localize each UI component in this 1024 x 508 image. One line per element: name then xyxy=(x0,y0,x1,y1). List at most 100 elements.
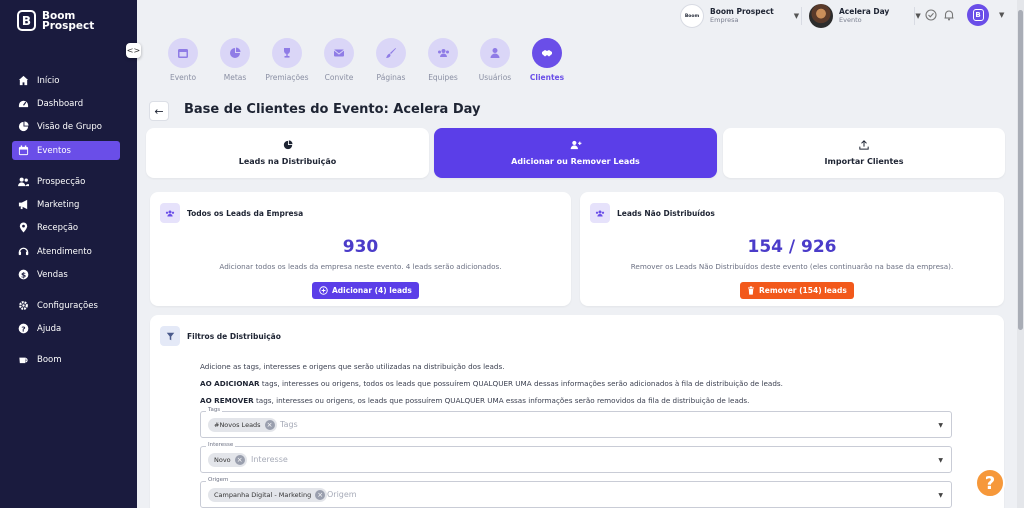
sidebar-item-ajuda[interactable]: ? Ajuda xyxy=(12,319,120,338)
dropdown-arrow-icon[interactable]: ▼ xyxy=(938,457,943,464)
sidebar-collapse-button[interactable]: <> xyxy=(126,43,141,58)
chip-label: #Novos Leads xyxy=(214,421,261,429)
brand-line1: Boom xyxy=(42,9,76,22)
button-label: Adicionar (4) leads xyxy=(332,286,412,295)
sidebar-item-label: Eventos xyxy=(37,145,71,156)
tab-equipes[interactable]: Equipes xyxy=(417,38,469,82)
company-name: Boom Prospect xyxy=(710,7,774,16)
envelope-icon xyxy=(333,49,345,57)
remove-leads-button[interactable]: Remover (154) leads xyxy=(740,282,854,299)
event-subtitle: Evento xyxy=(839,16,862,24)
origin-chip: Campanha Digital - Marketing × xyxy=(208,488,328,502)
tab-label: Metas xyxy=(223,73,247,82)
field-label: Tags xyxy=(206,407,223,413)
headset-icon xyxy=(18,247,29,256)
sidebar-item-boom[interactable]: Boom xyxy=(12,350,120,369)
brand-logo[interactable]: B Boom Prospect xyxy=(17,10,94,31)
scrollbar-thumb[interactable] xyxy=(1018,10,1023,330)
event-switcher[interactable]: Acelera Day Evento ▼ xyxy=(809,4,921,28)
sidebar-item-eventos[interactable]: Eventos xyxy=(12,141,120,160)
origin-select[interactable]: Origem Campanha Digital - Marketing × Or… xyxy=(200,477,952,508)
sidebar-item-configuracoes[interactable]: Configurações xyxy=(12,296,120,315)
tab-paginas[interactable]: Páginas xyxy=(365,38,417,82)
sidebar-item-marketing[interactable]: Marketing xyxy=(12,195,120,214)
filters-add-note: AO ADICIONAR tags, interesses ou origens… xyxy=(200,379,783,388)
remove-chip-icon[interactable]: × xyxy=(234,455,245,465)
tab-label: Páginas xyxy=(376,73,406,82)
event-name: Acelera Day xyxy=(839,7,890,16)
dropdown-arrow-icon[interactable]: ▼ xyxy=(938,422,943,429)
sidebar-item-recepcao[interactable]: Recepção xyxy=(12,218,120,237)
filters-remove-note: AO REMOVER tags, interesses ou origens, … xyxy=(200,396,749,405)
company-logo: Boom xyxy=(680,4,704,28)
dashboard-icon xyxy=(18,100,29,108)
panel-title: Todos os Leads da Empresa xyxy=(187,209,304,218)
filters-intro: Adicione as tags, interesses e origens q… xyxy=(200,362,505,371)
leads-distribution-card[interactable]: Leads na Distribuição xyxy=(146,128,429,178)
coffee-icon xyxy=(19,357,28,364)
filter-icon xyxy=(166,332,174,340)
sidebar-item-prospeccao[interactable]: Prospecção xyxy=(12,172,120,191)
tab-premiacoes[interactable]: Premiações xyxy=(261,38,313,82)
page-title: Base de Clientes do Evento: Acelera Day xyxy=(184,102,481,117)
check-circle-icon[interactable] xyxy=(925,9,937,21)
tab-label: Evento xyxy=(169,73,197,82)
tab-label: Convite xyxy=(324,73,354,82)
sidebar-item-visao-de-grupo[interactable]: Visão de Grupo xyxy=(12,117,120,136)
bell-icon[interactable] xyxy=(943,9,955,21)
company-switcher[interactable]: Boom Boom Prospect Empresa ▼ xyxy=(680,4,799,28)
tab-convite[interactable]: Convite xyxy=(313,38,365,82)
sidebar-item-label: Ajuda xyxy=(37,323,62,334)
trophy-icon xyxy=(284,48,290,58)
tab-clientes[interactable]: Clientes xyxy=(521,38,573,82)
tab-label: Equipes xyxy=(428,73,458,82)
import-clients-card[interactable]: Importar Clientes xyxy=(723,128,1005,178)
sidebar-item-label: Atendimento xyxy=(37,246,92,257)
chip-label: Novo xyxy=(214,456,231,464)
top-bar: Boom Boom Prospect Empresa ▼ Acelera Day… xyxy=(137,0,1024,30)
tab-usuarios[interactable]: Usuários xyxy=(469,38,521,82)
add-leads-button[interactable]: Adicionar (4) leads xyxy=(312,282,419,299)
help-icon: ? xyxy=(18,323,29,334)
tab-evento[interactable]: Evento xyxy=(157,38,209,82)
help-chat-button[interactable]: ? xyxy=(975,468,1005,498)
logo-mark-icon: B xyxy=(17,10,36,31)
sidebar-item-label: Visão de Grupo xyxy=(37,121,102,132)
tab-metas[interactable]: Metas xyxy=(209,38,261,82)
add-remove-leads-card[interactable]: Adicionar ou Remover Leads xyxy=(434,128,717,178)
chevron-down-icon[interactable]: ▼ xyxy=(999,11,1004,19)
tag-chip: #Novos Leads × xyxy=(208,418,277,432)
team-icon xyxy=(165,210,175,216)
chip-label: Campanha Digital - Marketing xyxy=(214,491,312,499)
user-plus-icon xyxy=(570,140,581,150)
pie-chart-icon xyxy=(230,47,241,58)
sidebar-item-label: Vendas xyxy=(37,269,68,280)
back-button[interactable]: ← xyxy=(149,101,169,121)
remove-emphasis: AO REMOVER xyxy=(200,396,254,405)
company-subtitle: Empresa xyxy=(710,16,739,24)
divider xyxy=(801,7,802,25)
handshake-icon xyxy=(542,50,552,57)
sidebar-item-vendas[interactable]: $ Vendas xyxy=(12,265,120,284)
card-label: Adicionar ou Remover Leads xyxy=(511,157,640,166)
remove-note-text: tags, interesses ou origens, os leads qu… xyxy=(253,396,750,405)
user-avatar[interactable]: B xyxy=(967,4,989,26)
button-label: Remover (154) leads xyxy=(759,286,847,295)
remove-chip-icon[interactable]: × xyxy=(315,490,326,500)
sidebar-item-atendimento[interactable]: Atendimento xyxy=(12,242,120,261)
tab-label: Premiações xyxy=(265,73,309,82)
panel-description: Adicionar todos os leads da empresa nest… xyxy=(219,262,502,271)
chevron-down-icon: ▼ xyxy=(915,12,921,20)
dropdown-arrow-icon[interactable]: ▼ xyxy=(938,492,943,499)
tags-select[interactable]: Tags #Novos Leads × Tags ▼ xyxy=(200,407,952,438)
sidebar-item-dashboard[interactable]: Dashboard xyxy=(12,94,120,113)
users-icon xyxy=(18,177,29,187)
interest-select[interactable]: Interesse Novo × Interesse ▼ xyxy=(200,442,952,473)
interest-chip: Novo × xyxy=(208,453,247,467)
interest-placeholder: Interesse xyxy=(251,455,288,464)
arrow-left-icon: ← xyxy=(154,104,164,118)
svg-text:$: $ xyxy=(21,270,26,279)
remove-chip-icon[interactable]: × xyxy=(264,420,275,430)
sidebar: B Boom Prospect Início Dashboard Visão d… xyxy=(0,0,137,508)
sidebar-item-inicio[interactable]: Início xyxy=(12,71,120,90)
